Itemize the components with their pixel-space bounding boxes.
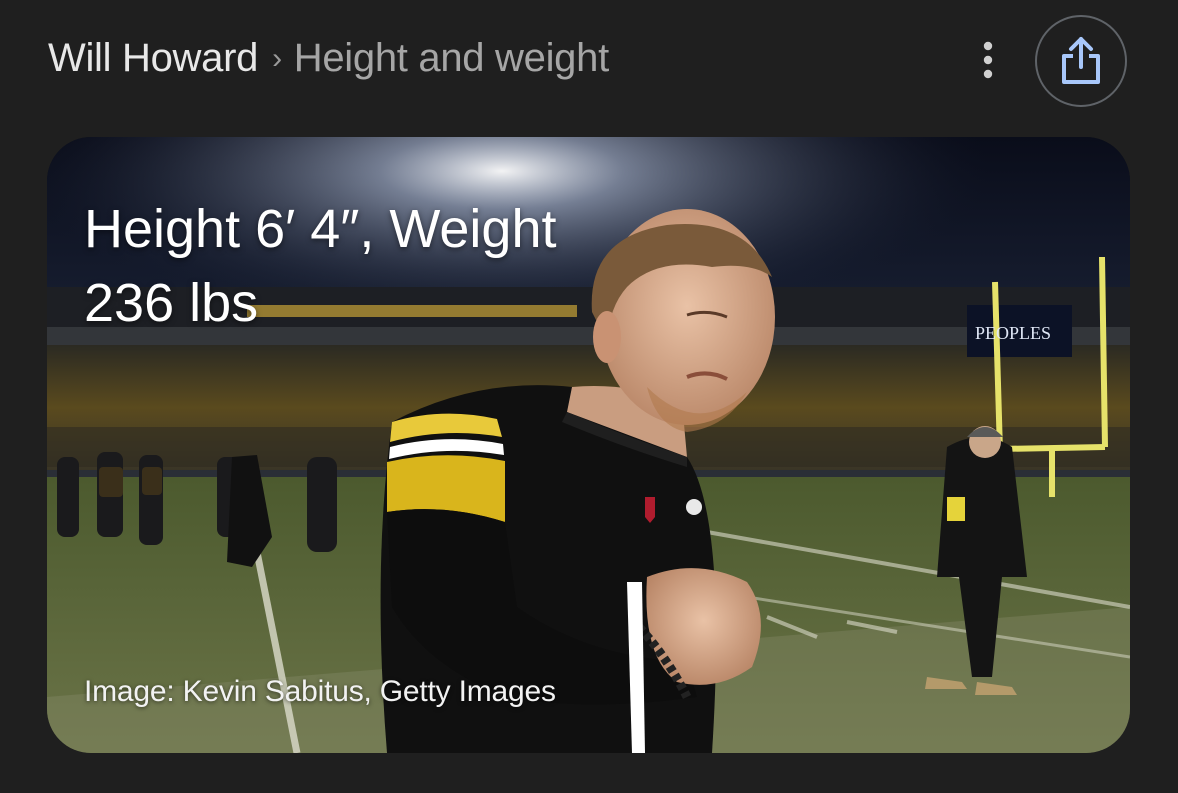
share-icon bbox=[1062, 37, 1100, 84]
headline-line-2: 236 lbs bbox=[84, 273, 259, 333]
scoreboard-sign-text: PEOPLES bbox=[975, 323, 1051, 343]
more-options-button[interactable] bbox=[968, 36, 1008, 84]
image-credit: Image: Kevin Sabitus, Getty Images bbox=[84, 675, 556, 708]
breadcrumb-current: Height and weight bbox=[293, 35, 609, 80]
vertical-dots-icon bbox=[983, 41, 993, 79]
headline-line-1: Height 6′ 4″, Weight bbox=[84, 199, 557, 259]
breadcrumb: Will Howard › Height and weight bbox=[48, 30, 609, 86]
height-weight-card[interactable]: PEOPLES Height 6′ 4″, Weight 236 lbs Ima… bbox=[47, 137, 1130, 753]
share-button[interactable] bbox=[1035, 15, 1127, 107]
breadcrumb-root[interactable]: Will Howard bbox=[48, 36, 258, 81]
breadcrumb-separator: › bbox=[272, 42, 282, 75]
stat-headline: Height 6′ 4″, Weight 236 lbs bbox=[84, 192, 557, 340]
